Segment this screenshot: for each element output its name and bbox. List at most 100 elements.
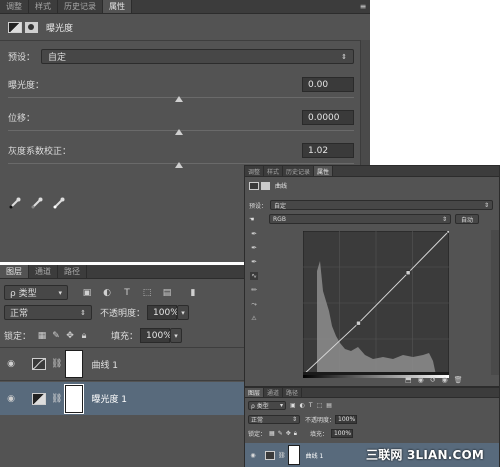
pencil-icon[interactable]: ✏ xyxy=(251,286,257,294)
tab-adjustments[interactable]: 调整 xyxy=(0,0,29,13)
layer-row[interactable]: ◉ ⛓ 曲线 1 xyxy=(0,348,244,381)
chain-link-icon[interactable]: ⛓ xyxy=(278,452,286,459)
filter-shape-icon[interactable]: ⬚ xyxy=(140,286,154,299)
lock-transparency-icon[interactable]: ▦ xyxy=(35,329,49,342)
smooth-curve-icon[interactable]: ⤳ xyxy=(251,300,257,309)
visibility-eye-icon[interactable]: ◉ xyxy=(0,394,22,404)
tab-layers[interactable]: 图层 xyxy=(245,388,265,397)
edit-curve-points-icon[interactable]: ∿ xyxy=(250,272,258,280)
channel-select[interactable]: RGB ⇕ xyxy=(269,214,451,224)
gamma-value-input[interactable]: 1.02 xyxy=(302,143,354,158)
trash-icon[interactable]: 🗑︎ xyxy=(454,376,463,384)
layer-mask-thumbnail[interactable] xyxy=(65,350,84,378)
blend-mode-value: 正常 xyxy=(10,309,29,319)
exposure-value-input[interactable]: 0.00 xyxy=(302,77,354,92)
filter-toggle-icon[interactable]: ▮ xyxy=(186,286,200,299)
panel-menu-icon[interactable]: ≡ xyxy=(356,0,370,13)
blend-mode-select[interactable]: 正常 ⇕ xyxy=(4,305,92,320)
tab-history[interactable]: 历史记录 xyxy=(58,0,103,13)
layer-name[interactable]: 曲线 1 xyxy=(91,358,118,371)
gamma-slider-thumb[interactable] xyxy=(175,162,183,168)
filter-type-icon[interactable]: T xyxy=(120,286,134,299)
lock-position-icon[interactable]: ✥ xyxy=(63,329,77,342)
curve-control-point[interactable] xyxy=(356,320,361,326)
preset-select[interactable]: 自定 ⇕ xyxy=(41,49,354,64)
page-title: 曝光度 xyxy=(46,23,74,34)
lock-all-icon[interactable]: 🔒︎ xyxy=(294,430,297,438)
opacity-dropdown-button[interactable]: ▾ xyxy=(177,305,190,320)
clip-to-layer-icon[interactable]: ⬒ xyxy=(405,376,412,384)
white-point-eyedropper-icon[interactable] xyxy=(52,196,66,210)
black-point-eyedropper-icon[interactable] xyxy=(8,196,22,210)
chain-link-icon[interactable]: ⛓ xyxy=(51,394,62,404)
layer-row-selected[interactable]: ◉ ⛓ 曝光度 1 xyxy=(0,382,244,415)
preset-select[interactable]: 自定 ⇕ xyxy=(270,200,493,210)
tab-channels[interactable]: 通道 xyxy=(264,388,284,397)
layer-filter-value: ρ 类型 xyxy=(10,289,37,299)
offset-slider-thumb[interactable] xyxy=(175,129,183,135)
auto-button[interactable]: 自动 xyxy=(455,214,479,224)
layers-tabbar: 图层 通道 路径 xyxy=(245,388,499,398)
gray-point-eyedropper-icon[interactable] xyxy=(30,196,44,210)
fill-label: 填充： xyxy=(309,431,328,438)
tab-styles[interactable]: 样式 xyxy=(29,0,58,13)
tab-paths[interactable]: 路径 xyxy=(283,388,303,397)
target-adjust-icon[interactable]: ☚ xyxy=(249,216,261,223)
lock-position-icon[interactable]: ✥ xyxy=(286,430,291,437)
opacity-input[interactable]: 100% xyxy=(335,415,358,424)
filter-smart-object-icon[interactable]: ▤ xyxy=(160,286,174,299)
view-previous-icon[interactable]: ◉ xyxy=(418,376,424,384)
lock-transparency-icon[interactable]: ▦ xyxy=(269,430,275,437)
chevron-down-icon: ▾ xyxy=(58,288,62,297)
tab-layers[interactable]: 图层 xyxy=(0,265,29,278)
tab-styles[interactable]: 样式 xyxy=(264,166,284,176)
tab-adjustments[interactable]: 调整 xyxy=(245,166,265,176)
tab-properties[interactable]: 属性 xyxy=(314,166,334,176)
fill-input[interactable]: 100% xyxy=(330,429,353,438)
visibility-eye-icon[interactable]: ◉ xyxy=(442,376,448,384)
curve-control-point[interactable] xyxy=(446,231,449,234)
filter-shape-icon[interactable]: ⬚ xyxy=(317,402,323,409)
filter-adjustment-icon[interactable]: ◐ xyxy=(100,286,114,299)
filter-type-icon[interactable]: T xyxy=(309,402,313,409)
filter-smart-object-icon[interactable]: ▤ xyxy=(326,402,332,409)
layer-filter-select[interactable]: ρ 类型 ▾ xyxy=(4,285,68,300)
visibility-eye-icon[interactable]: ◉ xyxy=(245,452,261,459)
lock-image-icon[interactable]: ✎ xyxy=(49,329,63,342)
page-title: 曲线 xyxy=(275,183,288,190)
curves-graph[interactable] xyxy=(303,231,449,375)
layer-mask-thumbnail[interactable] xyxy=(287,445,300,465)
preset-label: 预设： xyxy=(8,53,36,63)
panel1-scrollbar[interactable] xyxy=(360,40,370,170)
fill-input[interactable]: 100% xyxy=(140,328,172,343)
eyedropper-icon[interactable]: ✒ xyxy=(251,230,257,238)
opacity-label: 不透明度： xyxy=(305,417,336,424)
panel2-scrollbar[interactable] xyxy=(491,230,499,375)
tab-properties[interactable]: 属性 xyxy=(103,0,132,13)
reset-icon[interactable]: ↺ xyxy=(430,376,436,384)
curve-control-point[interactable] xyxy=(405,270,411,276)
lock-label: 锁定： xyxy=(4,332,32,342)
layer-name[interactable]: 曝光度 1 xyxy=(91,392,127,405)
lock-image-icon[interactable]: ✎ xyxy=(278,430,283,437)
clipping-warning-icon[interactable]: ⚠ xyxy=(251,315,256,322)
layer-name[interactable]: 曲线 1 xyxy=(306,451,324,460)
blend-mode-select[interactable]: 正常 ⇕ xyxy=(248,415,300,424)
eyedropper-icon[interactable]: ✒ xyxy=(251,244,257,252)
chain-link-icon[interactable]: ⛓ xyxy=(51,359,62,369)
tab-history[interactable]: 历史记录 xyxy=(283,166,315,176)
offset-value-input[interactable]: 0.0000 xyxy=(302,110,354,125)
opacity-input[interactable]: 100% xyxy=(147,305,179,320)
tab-channels[interactable]: 通道 xyxy=(29,265,58,278)
layer-mask-thumbnail[interactable] xyxy=(64,383,85,414)
eyedropper-icon[interactable]: ✒ xyxy=(251,258,257,266)
visibility-eye-icon[interactable]: ◉ xyxy=(0,359,22,369)
filter-pixel-icon[interactable]: ▣ xyxy=(80,286,94,299)
filter-pixel-icon[interactable]: ▣ xyxy=(290,402,296,409)
lock-all-icon[interactable]: 🔒︎ xyxy=(77,329,91,342)
exposure-slider-thumb[interactable] xyxy=(175,96,183,102)
fill-dropdown-button[interactable]: ▾ xyxy=(170,328,183,343)
filter-adjustment-icon[interactable]: ◐ xyxy=(300,402,305,409)
layer-filter-select[interactable]: ρ 类型 ▾ xyxy=(248,401,286,410)
tab-paths[interactable]: 路径 xyxy=(58,265,87,278)
